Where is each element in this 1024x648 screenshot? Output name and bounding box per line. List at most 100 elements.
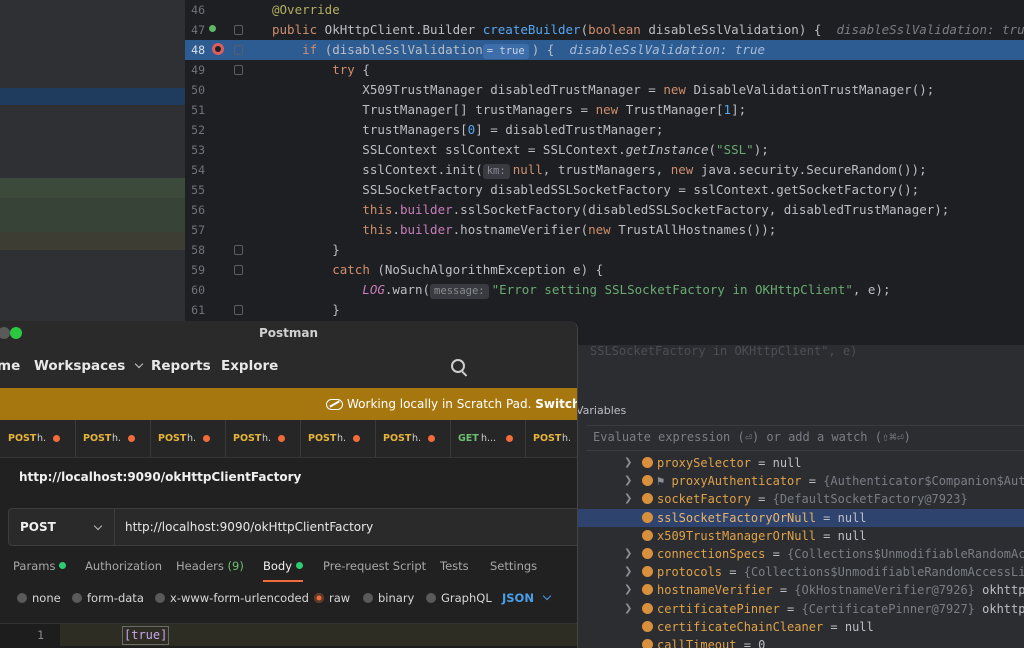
tab-settings[interactable]: Settings	[490, 552, 537, 580]
fold-icon[interactable]	[234, 245, 243, 255]
fold-icon[interactable]	[234, 45, 243, 55]
radio-urlencoded[interactable]	[155, 593, 165, 603]
body-editor[interactable]: 1 [true]	[0, 623, 577, 648]
tab-prerequest-script[interactable]: Pre-request Script	[323, 552, 426, 580]
variable-row[interactable]: ❯ protocols = {Collections$UnmodifiableRa…	[576, 563, 1024, 581]
code-line[interactable]: 50 X509TrustManager disabledTrustManager…	[185, 80, 1024, 100]
variable-description: okhttp3.internal.t	[982, 583, 1024, 598]
code-text: LOG.warn(message: "Error setting SSLSocke…	[362, 282, 891, 299]
request-tab[interactable]: POST h.	[375, 420, 451, 457]
fold-icon[interactable]	[234, 25, 243, 35]
line-number[interactable]: 52	[185, 120, 205, 140]
radio-binary[interactable]	[363, 593, 373, 603]
chevron-right-icon[interactable]: ❯	[624, 472, 632, 490]
nav-workspaces[interactable]: Workspaces	[34, 345, 144, 388]
search-icon[interactable]	[451, 359, 465, 373]
code-line[interactable]: 52 trustManagers[0] = disabledTrustManag…	[185, 120, 1024, 140]
variable-text: socketFactory = {DefaultSocketFactory@79…	[657, 490, 968, 508]
variable-row[interactable]: ❯ certificatePinner = {CertificatePinner@…	[576, 600, 1024, 618]
code-line[interactable]: 60 LOG.warn(message: "Error setting SSLSo…	[185, 280, 1024, 300]
line-number[interactable]: 47	[185, 20, 205, 40]
tab-body[interactable]: Body	[263, 552, 304, 582]
chevron-right-icon[interactable]: ❯	[624, 600, 632, 618]
request-tab[interactable]: POST h.	[300, 420, 376, 457]
tab-tests[interactable]: Tests	[440, 552, 469, 580]
request-tab[interactable]: POST h.	[525, 420, 577, 457]
chevron-right-icon[interactable]: ❯	[624, 545, 632, 563]
line-number[interactable]: 59	[185, 260, 205, 280]
project-selected-row[interactable]	[0, 88, 185, 105]
variable-row[interactable]: ❯ socketFactory = {DefaultSocketFactory@7…	[576, 490, 1024, 508]
code-line[interactable]: 54 sslContext.init(km: null, trustManager…	[185, 160, 1024, 180]
nav-reports[interactable]: Reports	[151, 345, 211, 388]
line-number[interactable]: 46	[185, 0, 205, 20]
evaluate-expression-field[interactable]: Evaluate expression (⏎) or add a watch (…	[586, 425, 1024, 451]
line-number[interactable]: 61	[185, 300, 205, 320]
fold-icon[interactable]	[234, 265, 243, 275]
tab-authorization[interactable]: Authorization	[85, 552, 162, 580]
line-number[interactable]: 55	[185, 180, 205, 200]
line-number[interactable]: 54	[185, 160, 205, 180]
code-editor[interactable]: 46 @Override 47 public OkHttpClient.Builder…	[185, 0, 1024, 345]
tab-params[interactable]: Params	[13, 552, 67, 580]
url-input[interactable]	[125, 509, 565, 545]
format-select[interactable]: JSON	[502, 587, 534, 609]
variable-row[interactable]: sslSocketFactoryOrNull = null	[576, 508, 1024, 527]
line-number[interactable]: 60	[185, 280, 205, 300]
chevron-right-icon[interactable]: ❯	[624, 454, 632, 472]
request-tab[interactable]: POST h.	[150, 420, 226, 457]
code-line[interactable]: 61 }	[185, 300, 1024, 320]
radio-form-data[interactable]	[72, 593, 82, 603]
request-title[interactable]: http://localhost:9090/okHttpClientFactor…	[19, 465, 301, 489]
variable-row[interactable]: ❯ hostnameVerifier = {OkHostnameVerifier@…	[576, 581, 1024, 599]
radio-none[interactable]	[17, 593, 27, 603]
chevron-right-icon[interactable]: ❯	[624, 490, 632, 508]
code-line[interactable]: 46 @Override	[185, 0, 1024, 20]
request-tab[interactable]: GET h...	[450, 420, 526, 457]
code-line[interactable]: 57 this.builder.hostnameVerifier(new Tru…	[185, 220, 1024, 240]
override-marker-icon[interactable]	[209, 25, 216, 32]
variable-row[interactable]: ❯ ⚑ proxyAuthenticator = {Authenticator$C…	[576, 472, 1024, 490]
line-number[interactable]: 51	[185, 100, 205, 120]
code-line[interactable]: 56 this.builder.sslSocketFactory(disable…	[185, 200, 1024, 220]
radio-graphql[interactable]	[426, 593, 436, 603]
code-line[interactable]: 58 }	[185, 240, 1024, 260]
breakpoint-icon[interactable]	[212, 43, 224, 55]
line-number[interactable]: 48	[185, 40, 205, 60]
variable-row[interactable]: ❯ connectionSpecs = {Collections$Unmodifi…	[576, 545, 1024, 563]
variable-row[interactable]: x509TrustManagerOrNull = null	[576, 527, 1024, 545]
radio-raw[interactable]	[314, 593, 324, 603]
variable-row[interactable]: ❯ proxySelector = null	[576, 454, 1024, 472]
switch-workspace-link[interactable]: Switch to a W	[535, 397, 577, 411]
code-line[interactable]: 55 SSLSocketFactory disabledSSLSocketFac…	[185, 180, 1024, 200]
variable-value: =	[765, 547, 788, 561]
fold-icon[interactable]	[234, 305, 243, 315]
line-number[interactable]: 49	[185, 60, 205, 80]
window-title: Postman	[258, 326, 319, 340]
request-tab[interactable]: POST h.	[225, 420, 301, 457]
line-number[interactable]: 57	[185, 220, 205, 240]
code-line[interactable]: 59 catch (NoSuchAlgorithmException e) {	[185, 260, 1024, 280]
chevron-right-icon[interactable]: ❯	[624, 563, 632, 581]
code-line[interactable]: 47 public OkHttpClient.Builder createBuil…	[185, 20, 1024, 40]
request-tab[interactable]: POST h.	[75, 420, 151, 457]
variable-value: =	[779, 601, 802, 616]
tab-headers[interactable]: Headers (9)	[176, 552, 244, 580]
request-tab[interactable]: POST h.	[0, 420, 76, 457]
chevron-right-icon[interactable]: ❯	[624, 581, 632, 599]
line-number[interactable]: 53	[185, 140, 205, 160]
code-line[interactable]: 49 try {	[185, 60, 1024, 80]
variable-row[interactable]: certificateChainCleaner = null	[576, 618, 1024, 636]
method-select[interactable]: POST	[9, 509, 115, 545]
line-number[interactable]: 50	[185, 80, 205, 100]
line-number[interactable]: 58	[185, 240, 205, 260]
code-line[interactable]: 53 SSLContext sslContext = SSLContext.ge…	[185, 140, 1024, 160]
nav-home[interactable]: me	[0, 345, 20, 388]
line-number[interactable]: 56	[185, 200, 205, 220]
variable-row[interactable]: callTimeout = 0	[576, 636, 1024, 648]
editor-code[interactable]: [true]	[122, 626, 170, 645]
fold-icon[interactable]	[234, 65, 243, 75]
code-line[interactable]: 48 if (disableSslValidation = true) { dis…	[185, 40, 1024, 60]
code-line[interactable]: 51 TrustManager[] trustManagers = new Tr…	[185, 100, 1024, 120]
nav-explore[interactable]: Explore	[221, 345, 278, 388]
